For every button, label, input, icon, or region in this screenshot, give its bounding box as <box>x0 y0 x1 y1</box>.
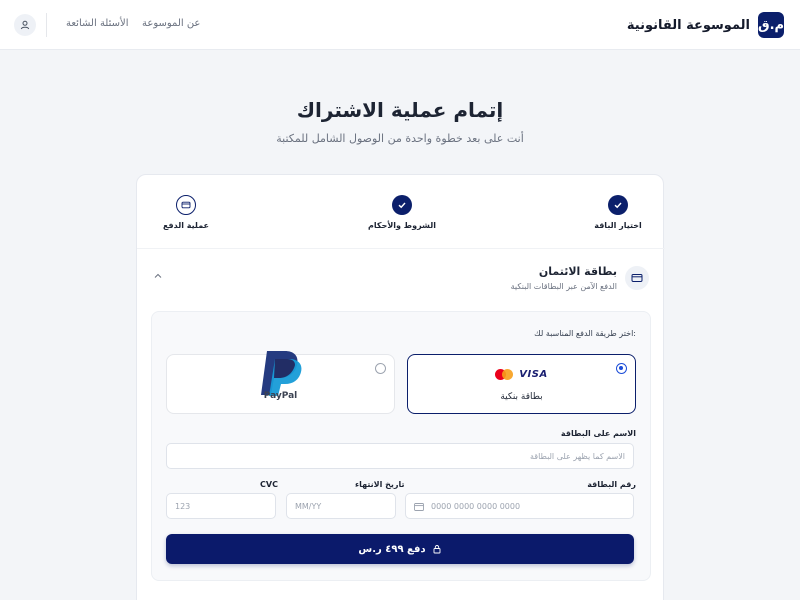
section-title: بطاقة الائتمان <box>538 265 617 278</box>
credit-card-icon <box>176 195 196 215</box>
expiry-input[interactable]: MM/YY <box>286 493 396 519</box>
checkout-card: اختيار الباقة الشروط والأحكام عملية الدف… <box>136 174 665 600</box>
method-label-card: بطاقة بنكية <box>500 392 543 402</box>
choose-method-label: اختر طريقة الدفع المناسبة لك: <box>534 329 636 338</box>
progress-stepper: اختيار الباقة الشروط والأحكام عملية الدف… <box>137 175 665 249</box>
payment-method-paypal[interactable]: PayPal <box>166 351 395 414</box>
step-payment: عملية الدفع <box>141 195 231 230</box>
cvc-label: CVC <box>260 480 278 489</box>
cardholder-name-input[interactable]: الاسم كما يظهر على البطاقة <box>166 443 634 469</box>
credit-card-icon <box>625 266 649 290</box>
payment-method-card[interactable]: VISA بطاقة بنكية <box>407 354 636 414</box>
page-title: إتمام عملية الاشتراك <box>296 98 504 122</box>
pay-button-label: دفع ٤٩٩ ر.س <box>358 543 426 555</box>
cvc-input[interactable]: 123 <box>166 493 276 519</box>
payment-panel: اختر طريقة الدفع المناسبة لك: VISA بطاقة… <box>151 311 651 581</box>
card-number-input[interactable]: 0000 0000 0000 0000 <box>405 493 634 519</box>
user-icon <box>20 20 30 30</box>
step-choose-plan: اختيار الباقة <box>573 195 663 230</box>
brand-logo: م.ق <box>758 12 784 38</box>
step-label: عملية الدفع <box>162 221 210 230</box>
nav-link-faq[interactable]: الأسئلة الشائعة <box>66 18 129 29</box>
pay-button[interactable]: دفع ٤٩٩ ر.س <box>166 534 634 564</box>
radio-paypal[interactable] <box>375 363 386 374</box>
user-account-button[interactable] <box>14 14 36 36</box>
cardholder-name-placeholder: الاسم كما يظهر على البطاقة <box>529 451 625 461</box>
lock-icon <box>433 545 441 554</box>
brand[interactable]: م.ق الموسوعة القانونية <box>627 12 784 38</box>
card-number-label: رقم البطاقة <box>587 480 636 489</box>
cvc-placeholder: 123 <box>175 501 191 511</box>
card-number-placeholder: 0000 0000 0000 0000 <box>431 501 521 511</box>
section-subtitle: الدفع الآمن عبر البطاقات البنكية <box>510 282 617 291</box>
credit-card-icon <box>414 503 424 511</box>
step-label: اختيار الباقة <box>594 221 642 230</box>
method-label-paypal: PayPal <box>263 391 298 401</box>
credit-card-section-header[interactable]: بطاقة الائتمان الدفع الآمن عبر البطاقات … <box>137 249 665 305</box>
paypal-icon <box>261 351 302 396</box>
step-terms: الشروط والأحكام <box>357 195 447 230</box>
expiry-label: تاريخ الانتهاء <box>355 480 405 489</box>
cardholder-name-label: الاسم على البطاقة <box>560 429 636 438</box>
mastercard-icon <box>495 369 514 380</box>
visa-logo: VISA <box>519 369 548 380</box>
step-check-icon <box>392 195 412 215</box>
nav-divider <box>46 13 47 37</box>
brand-name: الموسوعة القانونية <box>626 17 750 33</box>
step-check-icon <box>608 195 628 215</box>
step-label: الشروط والأحكام <box>368 221 436 230</box>
nav-link-about[interactable]: عن الموسوعة <box>142 18 200 29</box>
top-header: م.ق الموسوعة القانونية عن الموسوعة الأسئ… <box>0 0 800 50</box>
page-subtitle: أنت على بعد خطوة واحدة من الوصول الشامل … <box>276 132 524 145</box>
expiry-placeholder: MM/YY <box>295 501 322 511</box>
chevron-up-icon[interactable] <box>151 269 165 283</box>
